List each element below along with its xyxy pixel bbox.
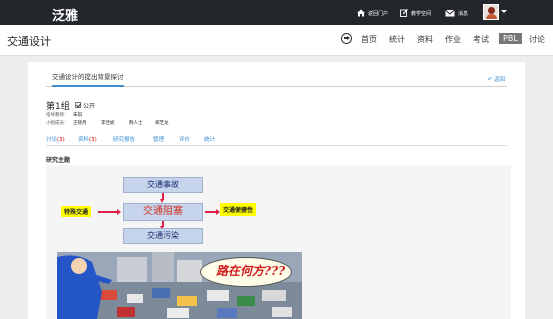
- tab-resources[interactable]: 资料(3): [78, 135, 97, 143]
- topic-tab[interactable]: 交通设计的提出背景探讨: [52, 71, 124, 87]
- tab-discussion-count: (3): [57, 137, 65, 143]
- top-bar: 泛雅 返回门户 教学空间 消息: [0, 0, 553, 25]
- teacher-name: 朱琪: [73, 113, 82, 118]
- messages-label: 消息: [458, 10, 469, 17]
- brand-logo[interactable]: 泛雅: [52, 5, 78, 24]
- nav-stats[interactable]: 统计: [389, 34, 405, 45]
- member-name: 王晓月: [73, 121, 87, 126]
- arrow-right-icon: [98, 209, 121, 215]
- messages-link[interactable]: 消息: [445, 7, 468, 19]
- down-arrow-icon: [160, 221, 164, 230]
- public-checkbox[interactable]: [75, 102, 81, 108]
- member-name: 荆人士: [129, 121, 143, 126]
- tab-resources-count: (3): [89, 137, 97, 143]
- section-title: 研究主题: [46, 157, 71, 164]
- diagram-label-left: 特殊交通: [61, 206, 92, 217]
- back-label: 返回: [493, 77, 505, 83]
- tab-discussion[interactable]: 讨论(3): [46, 135, 65, 143]
- arrow-right-circle-icon[interactable]: [341, 33, 352, 44]
- member-name: 郑芝龙: [155, 121, 169, 126]
- nav-pbl[interactable]: PBL: [499, 33, 522, 44]
- arrow-right-icon: [205, 209, 220, 215]
- nav-homework[interactable]: 作业: [445, 34, 461, 45]
- topic-tab-bar: 交通设计的提出背景探讨 ↶ 返回: [46, 68, 507, 87]
- diagram-label-right: 交通便捷性: [220, 203, 257, 216]
- edit-icon: [400, 9, 408, 17]
- public-label: 公开: [83, 103, 96, 110]
- back-link[interactable]: ↶ 返回: [488, 75, 505, 83]
- page-title: 交通设计: [7, 35, 51, 48]
- mail-icon: [445, 9, 455, 17]
- nav-resources[interactable]: 资料: [417, 34, 433, 45]
- home-icon: [357, 9, 365, 17]
- tab-resources-label: 资料: [78, 137, 90, 143]
- tab-manage[interactable]: 管理: [153, 135, 164, 143]
- diagram-box-center: 交通阻塞: [123, 203, 203, 221]
- course-header: 交通设计 首页 统计 资料 作业 考试 PBL 讨论: [0, 25, 553, 56]
- member-name: 李佳妮: [101, 121, 115, 126]
- tab-evaluate[interactable]: 评价: [179, 135, 190, 143]
- avatar[interactable]: [483, 4, 499, 20]
- portal-link-label: 返回门户: [368, 10, 389, 17]
- group-name: 第1组: [46, 102, 70, 112]
- diagram-box-top: 交通事故: [123, 177, 203, 193]
- tab-stats[interactable]: 统计: [204, 135, 215, 143]
- nav-exam[interactable]: 考试: [473, 34, 489, 45]
- back-arrow-icon: ↶: [487, 77, 493, 83]
- nav-home[interactable]: 首页: [361, 34, 377, 45]
- down-arrow-icon: [160, 193, 164, 203]
- cartoon-caption: 路在何方???: [216, 264, 286, 278]
- chevron-down-icon[interactable]: [501, 10, 507, 13]
- diagram-box-bottom: 交通污染: [123, 228, 203, 244]
- tab-discussion-label: 讨论: [46, 137, 58, 143]
- tab-report[interactable]: 研究报告: [113, 135, 135, 143]
- members-label: 小组成员：: [46, 121, 69, 126]
- nav-discussion[interactable]: 讨论: [529, 34, 545, 45]
- teaching-space-label: 教学空间: [411, 10, 432, 17]
- teaching-space-link[interactable]: 教学空间: [400, 7, 431, 19]
- teacher-label: 指导教师：: [46, 113, 69, 118]
- group-tabs: 讨论(3) 资料(3) 研究报告 管理 评价 统计: [46, 133, 507, 146]
- portal-link[interactable]: 返回门户: [357, 7, 388, 19]
